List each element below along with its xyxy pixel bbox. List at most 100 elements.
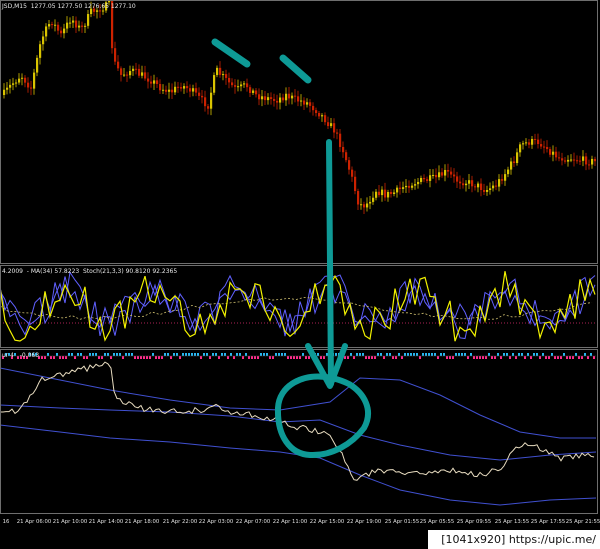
osc-histogram-bar [296, 356, 298, 359]
osc-histogram-bar [518, 353, 520, 356]
osc-histogram-bar [569, 356, 571, 359]
osc-histogram-bar [530, 356, 532, 359]
candle-body [582, 156, 585, 161]
price-pane[interactable]: JSD,M15 1277.05 1277.50 1276.65 1277.10 [0, 0, 596, 263]
candle-body [306, 102, 309, 105]
candle-body [117, 61, 120, 69]
candle-body [198, 92, 201, 96]
candle-body [489, 188, 492, 190]
candle-body [399, 187, 402, 189]
time-axis-label: 25 Apr 01:55 [384, 519, 420, 525]
candle-body [243, 83, 246, 85]
time-axis-label: 21 Apr 22:00 [162, 519, 198, 525]
candle-body [366, 203, 369, 208]
candle-body [567, 159, 570, 162]
osc-histogram-bar [329, 353, 331, 356]
osc-histogram-bar [401, 356, 403, 359]
candle-body [459, 181, 462, 184]
osc-histogram-bar [503, 353, 505, 356]
osc-histogram-bar [122, 356, 124, 359]
osc-histogram-bar [383, 356, 385, 359]
candle-body [495, 185, 498, 187]
osc-histogram-bar [335, 353, 337, 356]
osc-histogram-bar [431, 353, 433, 356]
osc-histogram-bar [560, 356, 562, 359]
candle-body [405, 185, 408, 188]
osc-histogram-bar [233, 356, 235, 359]
candle-body [339, 133, 342, 147]
candle-body [42, 36, 45, 45]
candle-body [147, 78, 150, 82]
osc-histogram-bar [194, 353, 196, 356]
candle-body [438, 172, 441, 178]
candle-body [462, 183, 465, 186]
osc-histogram-bar [224, 353, 226, 356]
osc-histogram-bar [44, 356, 46, 359]
osc-histogram-bar [437, 356, 439, 359]
osc-pane[interactable]: ur 4 -0.063 [0, 350, 596, 513]
osc-histogram-bar [365, 356, 367, 359]
candle-body [159, 83, 162, 91]
candle-body [378, 191, 381, 196]
osc-histogram-bar [563, 353, 565, 356]
candle-body [411, 185, 414, 188]
osc-histogram-bar [239, 353, 241, 356]
candle-body [483, 189, 486, 192]
time-axis-label: 21 Apr 18:00 [124, 519, 160, 525]
osc-header: ur 4 -0.063 [2, 352, 40, 359]
osc-histogram-bar [53, 356, 55, 359]
osc-histogram-bar [452, 356, 454, 359]
candle-body [552, 151, 555, 155]
osc-histogram-bar [359, 353, 361, 356]
candle-body [150, 81, 153, 84]
osc-histogram-bar [302, 353, 304, 356]
osc-histogram-bar [575, 353, 577, 356]
osc-histogram-bar [65, 356, 67, 359]
candle-body [303, 100, 306, 105]
osc-histogram-bar [332, 353, 334, 356]
osc-plot [0, 353, 596, 506]
osc-histogram-bar [182, 353, 184, 356]
candle-body [360, 204, 363, 206]
candle-body [213, 75, 216, 93]
osc-histogram-bar [464, 353, 466, 356]
osc-histogram-bar [245, 353, 247, 356]
candle-body [480, 183, 483, 190]
osc-histogram-bar [566, 356, 568, 359]
candle-body [426, 179, 429, 181]
osc-histogram-bar [338, 353, 340, 356]
candle-body [510, 161, 513, 170]
candle-body [390, 191, 393, 194]
osc-histogram-bar [41, 356, 43, 359]
osc-histogram-bar [137, 356, 139, 359]
candle-body [432, 174, 435, 176]
candle-body [327, 122, 330, 127]
osc-histogram-bar [179, 356, 181, 359]
candle-body [144, 72, 147, 79]
candle-body [258, 94, 261, 100]
candle-body [99, 10, 102, 12]
osc-histogram-bar [539, 356, 541, 359]
candle-body [546, 146, 549, 150]
osc-histogram-bar [215, 353, 217, 356]
candle-body [294, 95, 297, 97]
candle-body [186, 86, 189, 89]
candle-body [54, 24, 57, 26]
candle-body [276, 100, 279, 103]
candle-body [222, 74, 225, 76]
osc-histogram-bar [218, 356, 220, 359]
osc-histogram-bar [281, 353, 283, 356]
osc-histogram-bar [119, 353, 121, 356]
osc-histogram-bar [266, 353, 268, 356]
osc-histogram-bar [278, 353, 280, 356]
stoch-main-line [0, 271, 596, 342]
candle-body [543, 146, 546, 148]
candle-body [357, 191, 360, 205]
stoch-pane[interactable]: 4.2009 - MA(34) 57.8223 Stoch(21,3,3) 90… [0, 266, 596, 347]
candle-body [342, 146, 345, 153]
candle-body [69, 22, 72, 24]
candle-body [504, 174, 507, 181]
time-axis-label: 25 Apr 17:55 [530, 519, 566, 525]
osc-histogram-bar [80, 353, 82, 356]
osc-histogram-bar [470, 353, 472, 356]
